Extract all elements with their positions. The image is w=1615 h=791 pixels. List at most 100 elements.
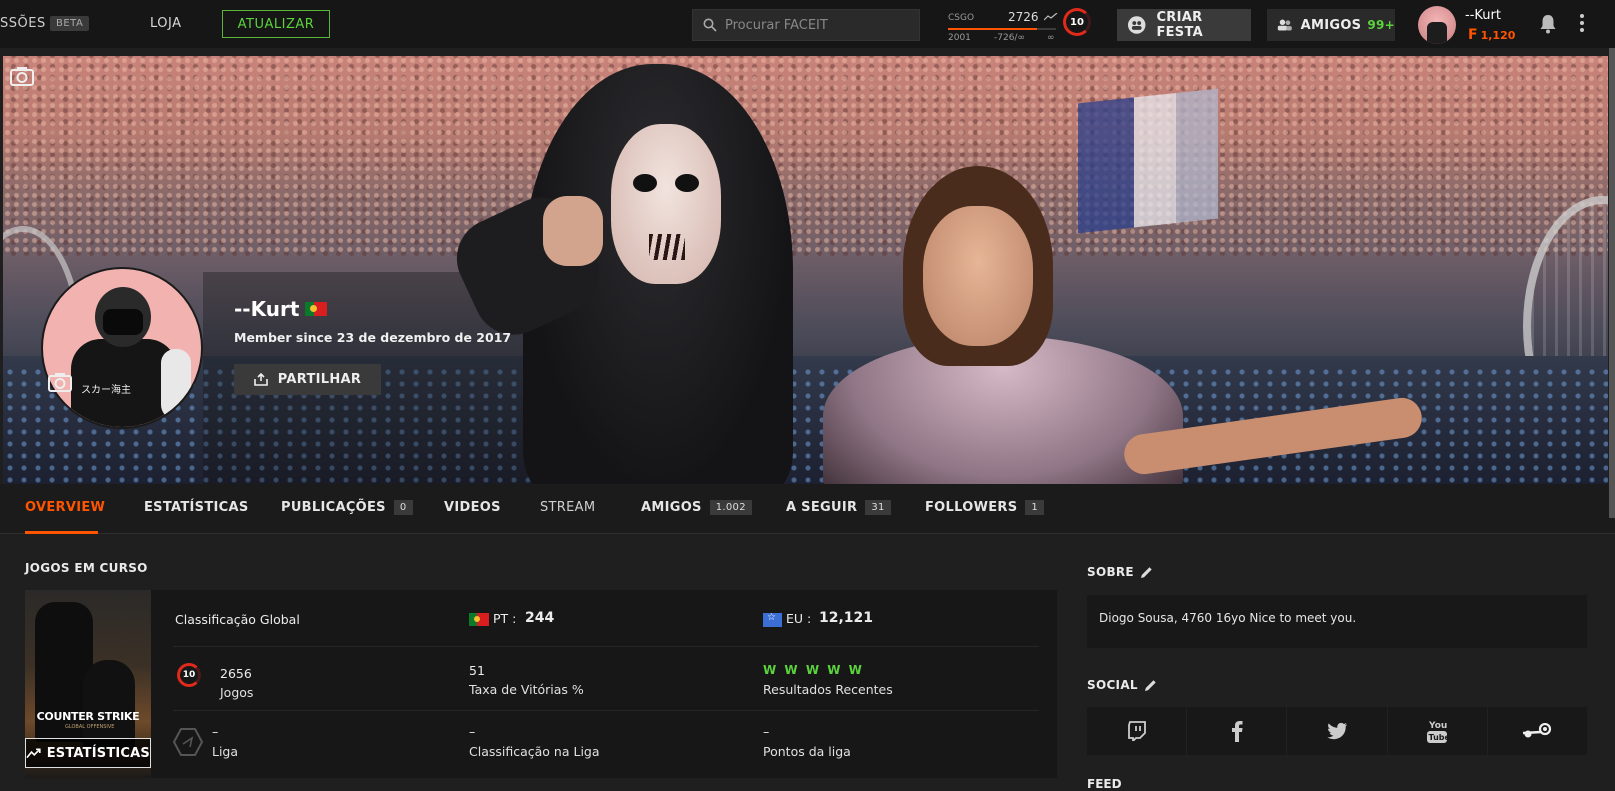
elo-game-label: CSGO bbox=[948, 13, 975, 23]
trend-icon bbox=[1044, 13, 1058, 21]
elo-min: 2001 bbox=[948, 33, 971, 43]
games-section-title: JOGOS EM CURSO bbox=[25, 561, 148, 575]
social-title: SOCIAL bbox=[1087, 678, 1157, 692]
tab-overview[interactable]: OVERVIEW bbox=[25, 500, 105, 515]
friends-label: AMIGOS bbox=[1300, 17, 1362, 33]
twitter-link[interactable] bbox=[1287, 707, 1388, 755]
game-statistics-button[interactable]: ESTATÍSTICAS bbox=[25, 738, 151, 768]
eu-ranking: EU : bbox=[763, 611, 811, 627]
csgo-cover[interactable]: COUNTER STRIKE GLOBAL OFFENSIVE ESTATÍST… bbox=[25, 590, 151, 778]
winrate-label: Taxa de Vitórias % bbox=[469, 682, 584, 697]
elo-max: ∞ bbox=[1047, 33, 1055, 43]
row-divider bbox=[173, 710, 1039, 711]
about-box: Diogo Sousa, 4760 16yo Nice to meet you. bbox=[1087, 595, 1587, 648]
europe-flag-icon bbox=[763, 612, 782, 627]
steam-icon bbox=[1523, 723, 1552, 738]
facebook-link[interactable] bbox=[1187, 707, 1288, 755]
elo-widget[interactable]: CSGO 2726 2001 -726/∞ ∞ bbox=[948, 8, 1058, 43]
league-icon bbox=[173, 728, 203, 756]
pt-ranking-label: PT : bbox=[493, 611, 517, 626]
game-card-csgo: COUNTER STRIKE GLOBAL OFFENSIVE ESTATÍST… bbox=[25, 590, 1057, 778]
league-rank-label: Classificação na Liga bbox=[469, 744, 600, 759]
page-scrollbar[interactable] bbox=[1609, 48, 1615, 518]
skill-level-icon: 10 bbox=[1063, 8, 1091, 36]
game-statistics-label: ESTATÍSTICAS bbox=[46, 745, 150, 761]
banner-flag bbox=[1078, 88, 1218, 234]
share-button[interactable]: PARTILHAR bbox=[234, 364, 381, 395]
elo-progress-bar bbox=[948, 28, 1056, 30]
twitch-link[interactable] bbox=[1087, 707, 1188, 755]
chart-trend-icon bbox=[26, 748, 41, 759]
user-avatar[interactable] bbox=[1418, 6, 1456, 44]
svg-text:You: You bbox=[1428, 721, 1447, 731]
following-count-badge: 31 bbox=[865, 500, 891, 515]
create-party-button[interactable]: CRIAR FESTA bbox=[1117, 9, 1251, 41]
edit-pencil-icon[interactable] bbox=[1144, 679, 1157, 692]
avatar-shirt-print: スカー海主 bbox=[81, 385, 131, 396]
tab-posts[interactable]: PUBLICAÇÕES 0 bbox=[281, 500, 413, 515]
row-divider bbox=[173, 646, 1039, 647]
user-points[interactable]: F 1,120 bbox=[1468, 27, 1515, 43]
youtube-link[interactable]: You Tube bbox=[1388, 707, 1488, 755]
banner-fist bbox=[543, 196, 603, 266]
profile-name: --Kurt bbox=[234, 297, 328, 321]
friends-icon bbox=[1277, 19, 1292, 31]
nav-item-sessoes[interactable]: SSÕES bbox=[0, 16, 46, 31]
share-icon bbox=[253, 373, 268, 386]
skill-level-icon: 10 bbox=[177, 663, 201, 687]
banner-crowd bbox=[3, 56, 1608, 256]
tab-videos[interactable]: VIDEOS bbox=[444, 500, 501, 515]
tab-statistics[interactable]: ESTATÍSTICAS bbox=[144, 500, 249, 515]
about-title: SOBRE bbox=[1087, 565, 1153, 579]
friends-count-badge: 99+ bbox=[1367, 18, 1395, 32]
scrollbar-thumb[interactable] bbox=[1609, 48, 1615, 518]
recent-results-label: Resultados Recentes bbox=[763, 682, 893, 697]
banner-mask bbox=[611, 124, 721, 284]
profile-avatar: スカー海主 bbox=[41, 267, 203, 429]
profile-banner bbox=[3, 56, 1608, 484]
followers-count-badge: 1 bbox=[1025, 500, 1045, 515]
youtube-icon: You Tube bbox=[1427, 721, 1449, 743]
posts-count-badge: 0 bbox=[393, 500, 413, 515]
feed-title: FEED bbox=[1087, 777, 1122, 791]
create-party-label: CRIAR FESTA bbox=[1156, 10, 1203, 40]
profile-tabs: OVERVIEW ESTATÍSTICAS PUBLICAÇÕES 0 VIDEO… bbox=[0, 484, 1615, 534]
steam-link[interactable] bbox=[1488, 707, 1587, 755]
search-box[interactable] bbox=[692, 9, 920, 41]
search-icon bbox=[703, 18, 717, 32]
upgrade-button[interactable]: ATUALIZAR bbox=[222, 10, 330, 38]
twitter-icon bbox=[1327, 722, 1347, 740]
tab-friends[interactable]: AMIGOS 1.002 bbox=[641, 500, 752, 515]
matches-label: Jogos bbox=[220, 685, 254, 700]
league-rank-value: – bbox=[469, 724, 476, 739]
svg-text:Tube: Tube bbox=[1429, 733, 1449, 742]
bell-icon[interactable] bbox=[1539, 14, 1557, 34]
league-points-label: Pontos da liga bbox=[763, 744, 851, 759]
matches-value: 2656 bbox=[220, 666, 252, 681]
tab-following[interactable]: A SEGUIR 31 bbox=[786, 500, 891, 515]
search-input[interactable] bbox=[725, 17, 905, 33]
eu-ranking-label: EU : bbox=[786, 611, 812, 626]
league-label: Liga bbox=[212, 744, 239, 759]
tab-followers[interactable]: FOLLOWERS 1 bbox=[925, 500, 1045, 515]
nav-item-loja[interactable]: LOJA bbox=[150, 16, 182, 31]
winrate-value: 51 bbox=[469, 663, 485, 678]
csgo-logo-text: COUNTER STRIKE bbox=[36, 710, 140, 723]
user-points-value: 1,120 bbox=[1480, 29, 1516, 42]
twitch-icon bbox=[1127, 721, 1146, 741]
recent-results: W W W W W bbox=[763, 663, 864, 677]
friends-tab-badge: 1.002 bbox=[709, 500, 752, 515]
portugal-flag-icon bbox=[305, 302, 328, 316]
social-title-text: SOCIAL bbox=[1087, 678, 1138, 692]
edit-pencil-icon[interactable] bbox=[1140, 566, 1153, 579]
portugal-flag-icon bbox=[469, 613, 489, 626]
avatar-camera-icon[interactable] bbox=[48, 372, 72, 392]
user-name[interactable]: --Kurt bbox=[1465, 8, 1501, 23]
camera-icon[interactable] bbox=[10, 66, 34, 86]
member-since: Member since 23 de dezembro de 2017 bbox=[234, 330, 512, 345]
tab-stream[interactable]: STREAM bbox=[540, 500, 595, 515]
beta-badge: BETA bbox=[50, 16, 90, 31]
eu-ranking-value: 12,121 bbox=[819, 610, 874, 626]
friends-button[interactable]: AMIGOS 99+ bbox=[1267, 9, 1395, 41]
more-options-icon[interactable] bbox=[1580, 14, 1584, 35]
